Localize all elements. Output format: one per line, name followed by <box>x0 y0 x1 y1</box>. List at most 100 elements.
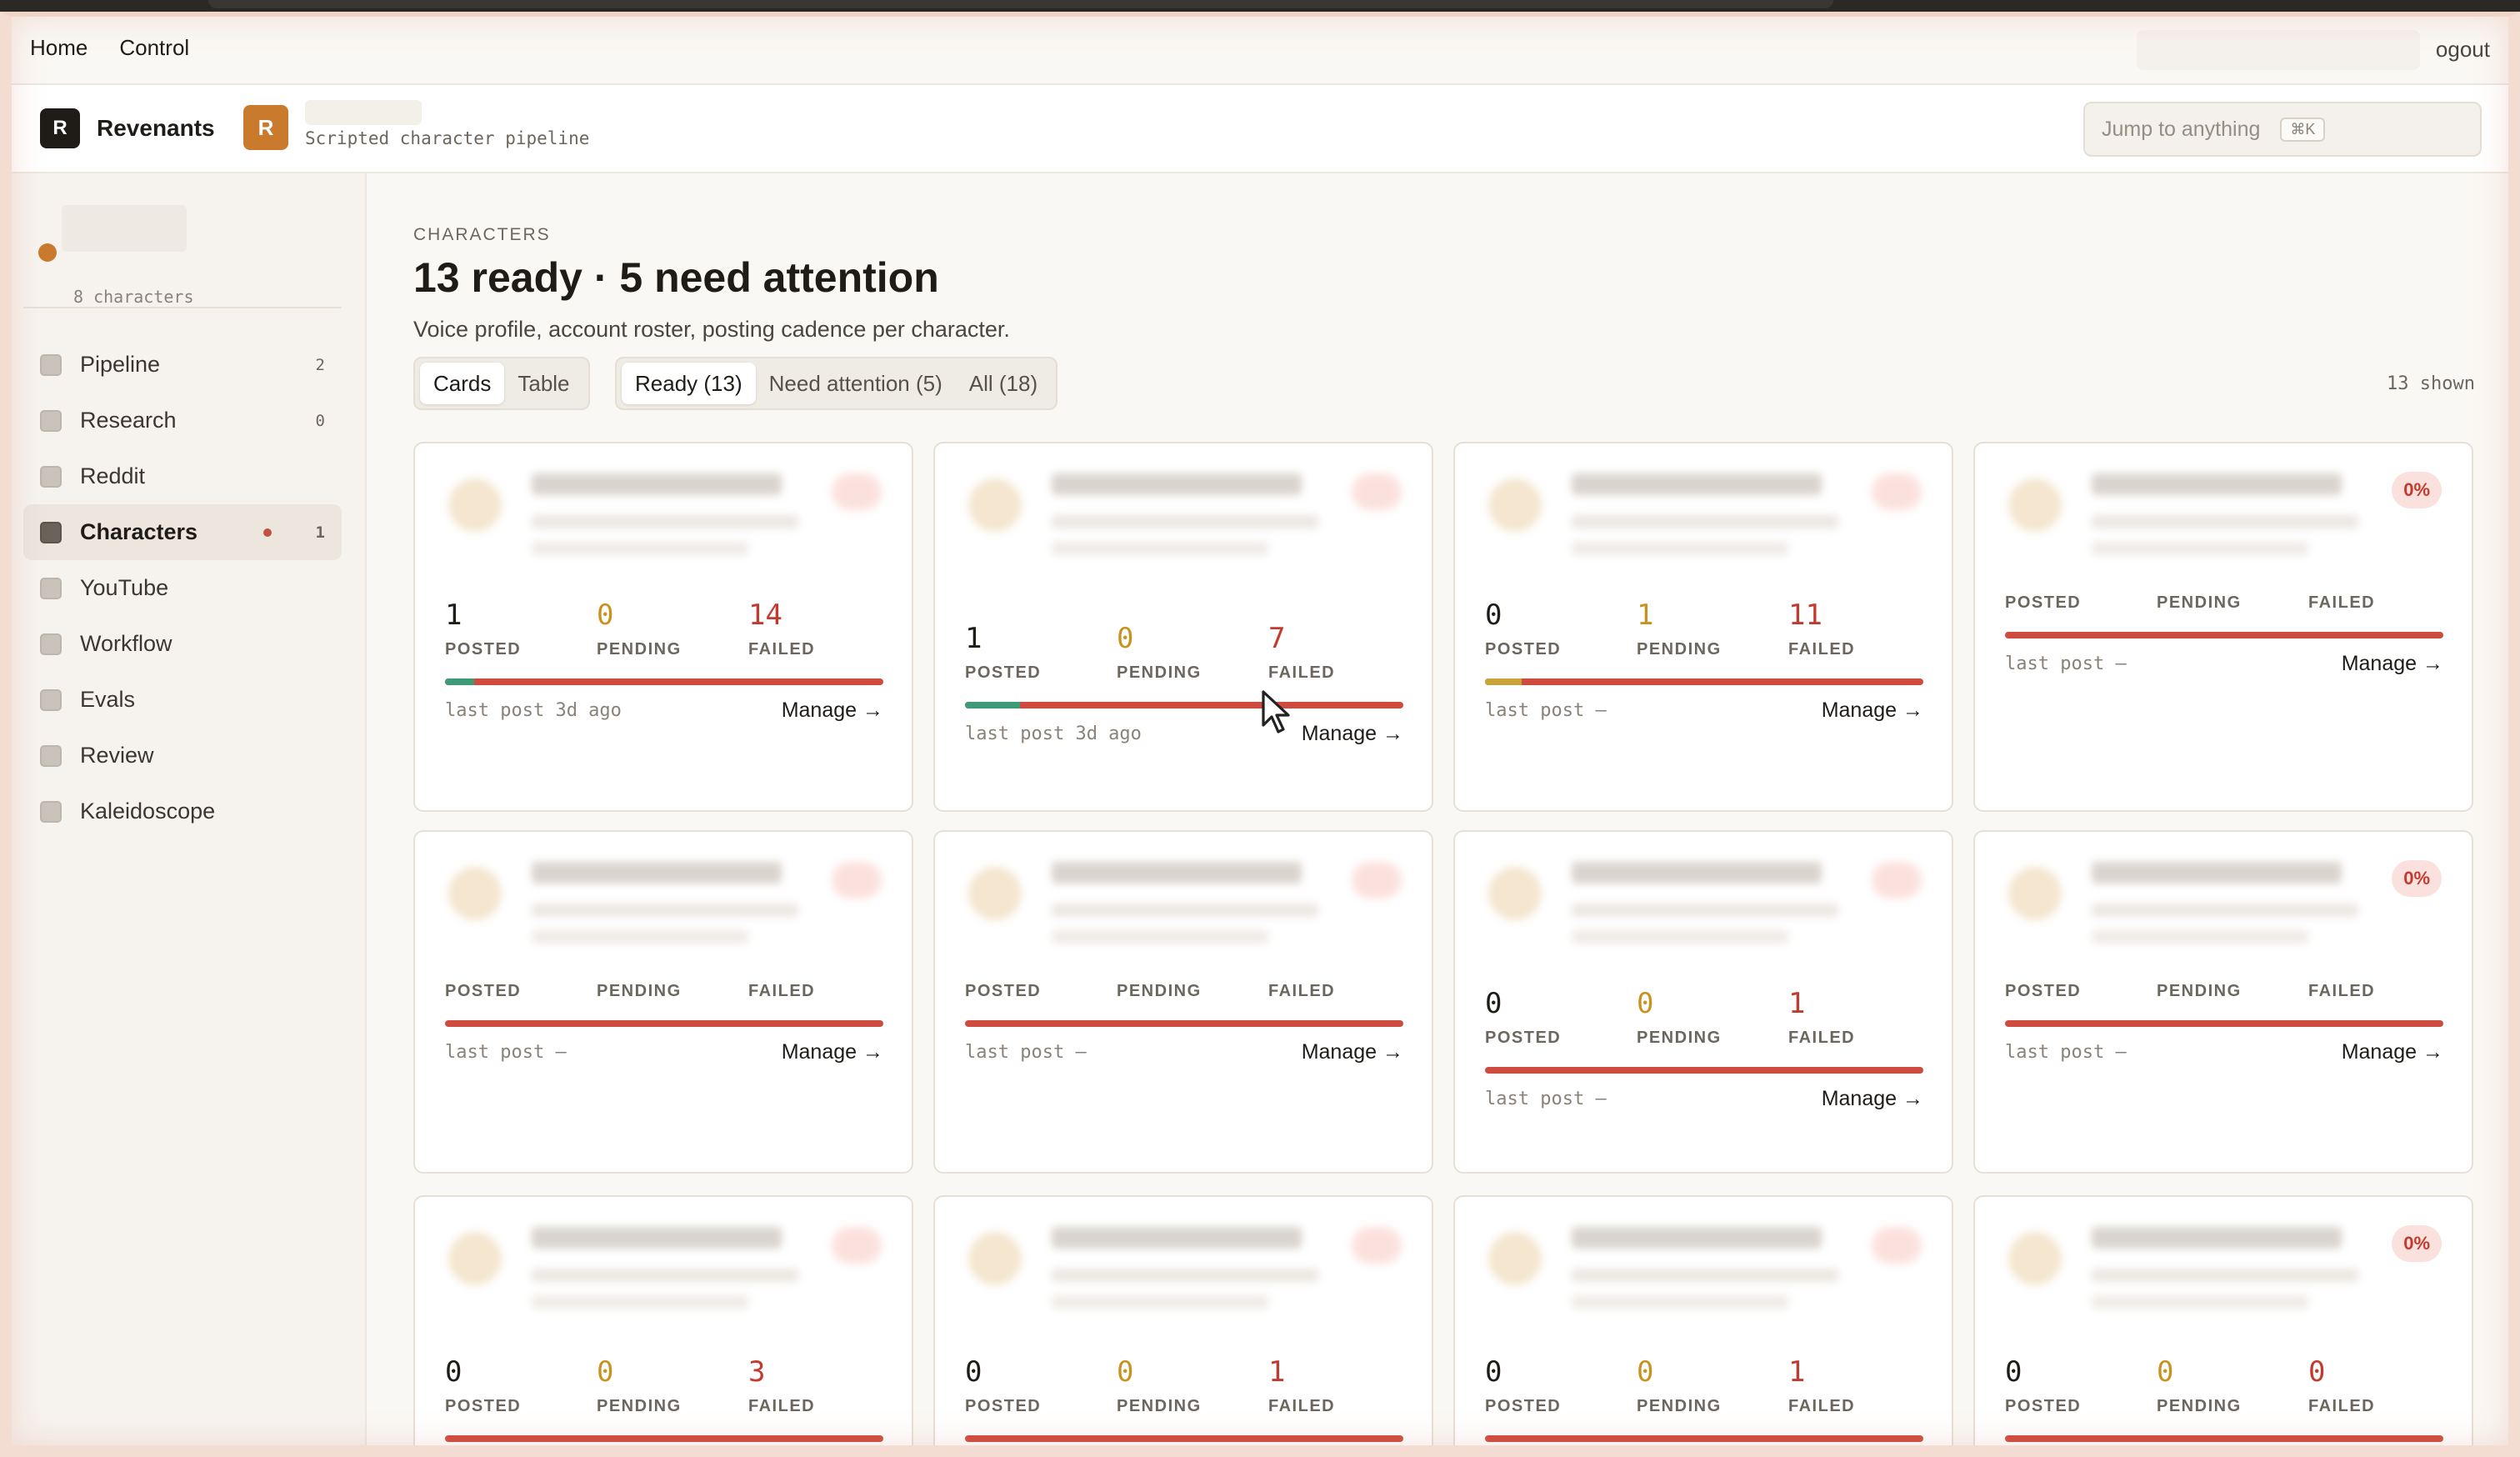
posted-count <box>445 957 597 977</box>
last-post-text: last post 3d ago <box>965 723 1142 744</box>
logout-link[interactable]: ogout <box>2436 37 2490 63</box>
character-card[interactable]: 0 POSTED 1 PENDING 11 FAILED last post — Manage… <box>1453 442 1953 812</box>
sidebar-item-workflow[interactable]: Workflow <box>23 616 342 672</box>
character-card[interactable]: 0% POSTED PENDING FAILED last post — Manage → <box>1973 442 2473 812</box>
manage-link[interactable]: Manage → <box>782 1040 883 1064</box>
posted-label: POSTED <box>965 1397 1042 1415</box>
sidebar-item-pipeline[interactable]: Pipeline 2 <box>23 337 342 393</box>
manage-link[interactable]: Manage → <box>1302 1040 1403 1064</box>
card-header-redacted <box>415 1197 912 1349</box>
sidebar-item-icon <box>40 800 62 823</box>
sidebar-item-evals[interactable]: Evals <box>23 672 342 728</box>
character-card[interactable]: 0% 0 POSTED 0 PENDING 0 FAILED <box>1973 1195 2473 1457</box>
project-switcher[interactable]: R Scripted character pipeline <box>243 100 590 150</box>
project-subtitle: Scripted character pipeline <box>305 128 590 148</box>
character-bio-redacted <box>1052 1295 1268 1309</box>
manage-link[interactable]: Manage → <box>782 698 883 723</box>
character-name-redacted <box>1572 862 1822 884</box>
character-card[interactable]: 0% POSTED PENDING FAILED last post — Manage → <box>1973 830 2473 1174</box>
character-card[interactable]: 1 POSTED 0 PENDING 7 FAILED last post 3d ago Ma… <box>933 442 1433 812</box>
card-footer: last post — Manage → <box>1485 1087 1923 1111</box>
pending-count <box>597 957 748 977</box>
posted-label: POSTED <box>445 982 522 1000</box>
pending-label: PENDING <box>1637 1029 1722 1047</box>
sidebar-item-characters[interactable]: Characters 1 <box>23 504 342 560</box>
card-footer: last post 3d ago Manage → <box>445 698 883 723</box>
manage-link[interactable]: Manage → <box>2342 652 2443 676</box>
character-card[interactable]: 0 POSTED 0 PENDING 1 FAILED <box>933 1195 1433 1457</box>
sidebar-item-icon <box>40 521 62 543</box>
character-bio-redacted <box>1572 1295 1788 1309</box>
failed-count: 1 <box>1788 987 1806 1020</box>
manage-link[interactable]: Manage → <box>1822 1087 1923 1111</box>
stat-posted: 0 POSTED <box>2005 1355 2157 1416</box>
view-toggle: Cards Table <box>413 357 590 410</box>
stat-posted: 0 POSTED <box>445 1355 597 1416</box>
character-card[interactable]: 0 POSTED 0 PENDING 1 FAILED <box>1453 1195 1953 1457</box>
jump-search-placeholder: Jump to anything <box>2102 117 2261 141</box>
character-bio-redacted <box>2092 515 2358 528</box>
card-stats: 0 POSTED 0 PENDING 1 FAILED <box>1485 987 1940 1048</box>
view-table-button[interactable]: Table <box>504 363 582 404</box>
card-footer: last post — Manage → <box>965 1040 1403 1064</box>
posted-count <box>2005 568 2157 588</box>
character-avatar <box>2008 478 2062 532</box>
card-stats: POSTED PENDING FAILED <box>965 957 1420 1001</box>
failed-label: FAILED <box>1788 1029 1856 1047</box>
sidebar-item-research[interactable]: Research 0 <box>23 393 342 448</box>
character-name-redacted <box>2092 862 2342 884</box>
nav-control-link[interactable]: Control <box>119 35 189 61</box>
filter-attention-tab[interactable]: Need attention (5) <box>756 363 956 404</box>
view-cards-button[interactable]: Cards <box>420 363 505 404</box>
shown-count: 13 shown <box>2387 373 2475 394</box>
failed-count: 1 <box>1788 1355 1806 1389</box>
last-post-text: last post — <box>2005 1042 2127 1063</box>
posted-count: 0 <box>965 1355 982 1389</box>
sidebar-item-reddit[interactable]: Reddit <box>23 448 342 504</box>
sidebar-item-kaleidoscope[interactable]: Kaleidoscope <box>23 784 342 839</box>
pending-label: PENDING <box>2157 982 2242 1000</box>
posted-fill <box>445 678 475 685</box>
filter-tabs: Ready (13) Need attention (5) All (18) <box>615 357 1058 410</box>
sidebar-item-youtube[interactable]: YouTube <box>23 560 342 616</box>
stat-posted: 1 POSTED <box>445 598 597 659</box>
brand-logo-icon: R <box>40 108 80 148</box>
character-bio-redacted <box>1052 930 1268 944</box>
failed-label: FAILED <box>2308 1397 2376 1415</box>
outcome-progress-bar <box>2005 1020 2443 1027</box>
project-title-redacted <box>305 100 422 125</box>
filter-all-tab[interactable]: All (18) <box>956 363 1051 404</box>
character-card[interactable]: 0 POSTED 0 PENDING 3 FAILED <box>413 1195 913 1457</box>
jump-search[interactable]: Jump to anything ⌘K <box>2083 102 2482 157</box>
outcome-progress-bar <box>965 1435 1403 1442</box>
posted-count: 0 <box>1485 987 1502 1020</box>
pending-label: PENDING <box>1117 1397 1202 1415</box>
sidebar-item-review[interactable]: Review <box>23 728 342 784</box>
character-card[interactable]: POSTED PENDING FAILED last post — Manage → <box>413 830 913 1174</box>
card-footer: last post 3d ago Manage → <box>965 722 1403 746</box>
character-card[interactable]: POSTED PENDING FAILED last post — Manage → <box>933 830 1433 1174</box>
sidebar-item-icon <box>40 577 62 599</box>
card-header-redacted <box>1455 443 1952 595</box>
workspace-count: 8 characters <box>73 287 194 307</box>
pending-count: 0 <box>2157 1355 2174 1389</box>
manage-link[interactable]: Manage → <box>2342 1040 2443 1064</box>
character-card[interactable]: 0 POSTED 0 PENDING 1 FAILED last post — Manage … <box>1453 830 1953 1174</box>
character-avatar <box>1488 478 1542 532</box>
nav-home-link[interactable]: Home <box>30 35 88 61</box>
card-header-redacted <box>1975 1197 2472 1349</box>
character-avatar <box>1488 1232 1542 1285</box>
filter-ready-tab[interactable]: Ready (13) <box>622 363 756 404</box>
posted-label: POSTED <box>1485 640 1562 658</box>
card-footer: last post — Manage → <box>2005 652 2443 676</box>
failed-count: 7 <box>1268 622 1286 655</box>
rate-pill-redacted <box>1352 1227 1402 1264</box>
manage-link[interactable]: Manage → <box>1302 722 1403 746</box>
brand[interactable]: R Revenants <box>40 108 215 148</box>
character-card[interactable]: 1 POSTED 0 PENDING 14 FAILED last post 3d ago M… <box>413 442 913 812</box>
manage-link[interactable]: Manage → <box>1822 698 1923 723</box>
sidebar-item-icon <box>40 633 62 655</box>
sidebar-item-label: Characters <box>80 519 198 544</box>
page-title: 13 ready · 5 need attention <box>413 254 939 301</box>
card-header-redacted <box>1455 832 1952 984</box>
